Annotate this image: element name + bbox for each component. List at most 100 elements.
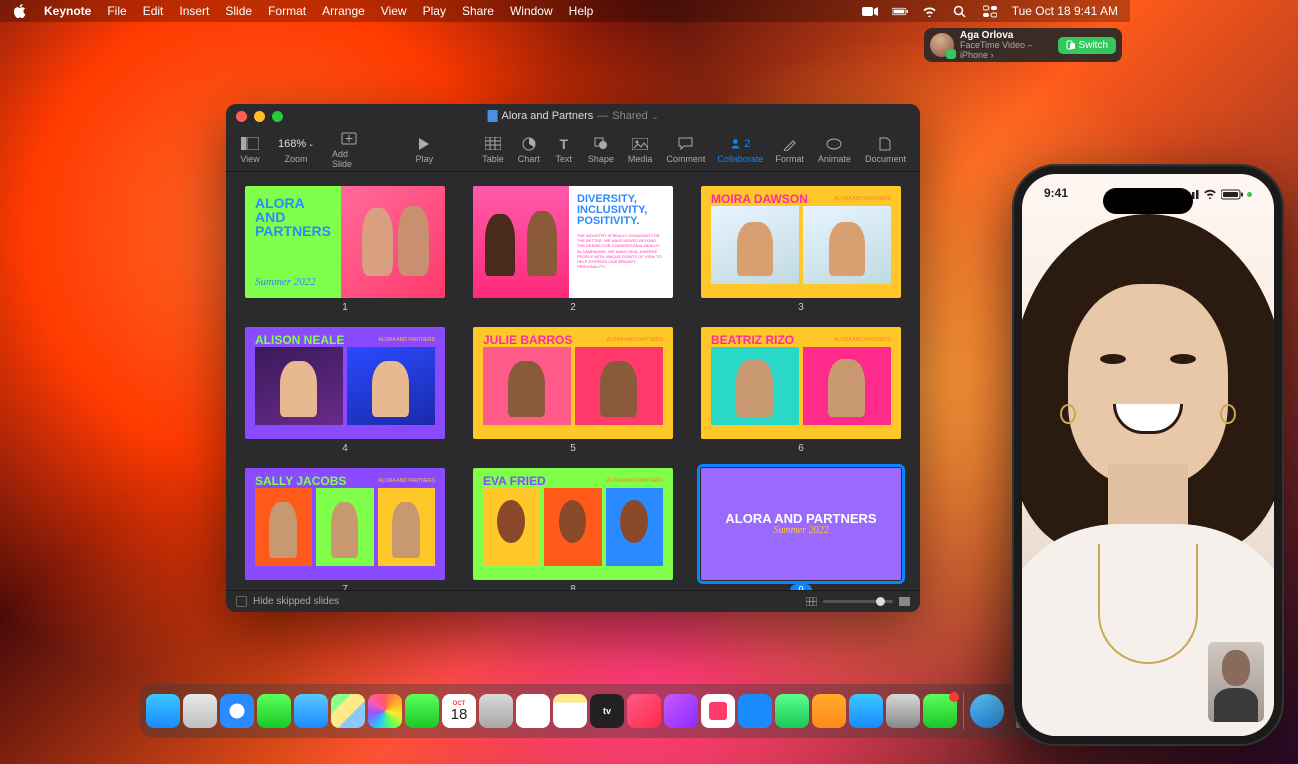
slide-light-table[interactable]: ALORA AND PARTNERSSummer 2022 1 DIVERSITY… <box>226 172 920 590</box>
document-button[interactable]: Document <box>859 136 912 164</box>
comment-button[interactable]: Comment <box>660 136 711 164</box>
table-button[interactable]: Table <box>476 136 510 164</box>
menu-help[interactable]: Help <box>569 4 594 18</box>
menu-insert[interactable]: Insert <box>179 4 209 18</box>
dock-separator <box>963 693 964 729</box>
dock-facetime[interactable] <box>405 694 439 728</box>
dock-mail[interactable] <box>294 694 328 728</box>
menu-app[interactable]: Keynote <box>44 4 91 18</box>
media-button[interactable]: Media <box>622 136 659 164</box>
slide-7[interactable]: SALLY JACOBSALORA AND PARTNERS <box>245 468 445 580</box>
slide-number: 2 <box>570 302 576 313</box>
slide-8[interactable]: EVA FRIEDALORA AND PARTNERS <box>473 468 673 580</box>
wifi-icon[interactable] <box>922 4 938 18</box>
shape-button[interactable]: Shape <box>582 136 620 164</box>
slide-6[interactable]: BEATRIZ RIZOALORA AND PARTNERS <box>701 327 901 439</box>
iphone-time: 9:41 <box>1044 186 1068 202</box>
animate-button[interactable]: Animate <box>812 136 857 164</box>
dock-facetime-active[interactable] <box>923 694 957 728</box>
view-icon <box>240 136 260 152</box>
chevron-down-icon: ⌄ <box>308 140 314 148</box>
menubar-datetime[interactable]: Tue Oct 18 9:41 AM <box>1012 4 1118 18</box>
slide-2[interactable]: DIVERSITY, INCLUSIVITY, POSITIVITY.THE I… <box>473 186 673 298</box>
collaborate-button[interactable]: 2 Collaborate <box>711 136 769 164</box>
menu-view[interactable]: View <box>381 4 407 18</box>
dock-photos[interactable] <box>368 694 402 728</box>
dock-contacts[interactable] <box>479 694 513 728</box>
dock-maps[interactable] <box>331 694 365 728</box>
dock: OCT18 tv <box>140 684 1047 738</box>
dock-news[interactable] <box>701 694 735 728</box>
handoff-switch-button[interactable]: Switch <box>1058 37 1116 54</box>
slide-number: 1 <box>342 302 348 313</box>
grid-large-icon[interactable] <box>899 597 910 606</box>
dock-safari[interactable] <box>220 694 254 728</box>
menu-window[interactable]: Window <box>510 4 553 18</box>
animate-icon <box>824 136 844 152</box>
dock-reminders[interactable] <box>516 694 550 728</box>
dock-calendar[interactable]: OCT18 <box>442 694 476 728</box>
slide-5[interactable]: JULIE BARROSALORA AND PARTNERS <box>473 327 673 439</box>
hide-skipped-label[interactable]: Hide skipped slides <box>253 596 339 607</box>
chart-button[interactable]: Chart <box>512 136 546 164</box>
handoff-text: Aga Orlova FaceTime Video – iPhone › <box>960 30 1052 61</box>
dock-numbers[interactable] <box>775 694 809 728</box>
menu-file[interactable]: File <box>107 4 126 18</box>
dock-tv[interactable]: tv <box>590 694 624 728</box>
text-button[interactable]: TText <box>548 136 580 164</box>
fullscreen-button[interactable] <box>272 111 283 122</box>
iphone-screen: 9:41 <box>1022 174 1274 736</box>
facetime-self-view[interactable] <box>1208 642 1264 722</box>
battery-icon <box>1221 189 1243 200</box>
table-icon <box>483 136 503 152</box>
zoom-selector[interactable]: 168%⌄ Zoom <box>266 136 326 164</box>
play-icon <box>414 136 434 152</box>
dock-stocks[interactable] <box>738 694 772 728</box>
battery-icon[interactable] <box>892 4 908 18</box>
dock-podcasts[interactable] <box>664 694 698 728</box>
menubar: Keynote File Edit Insert Slide Format Ar… <box>0 0 1130 22</box>
format-button[interactable]: Format <box>769 136 810 164</box>
close-button[interactable] <box>236 111 247 122</box>
shared-indicator[interactable]: Shared <box>612 110 647 122</box>
control-center-icon[interactable] <box>982 4 998 18</box>
collaborate-icon <box>730 137 741 150</box>
dock-pages[interactable] <box>812 694 846 728</box>
menu-play[interactable]: Play <box>423 4 446 18</box>
dock-music[interactable] <box>627 694 661 728</box>
chevron-down-icon[interactable]: ⌄ <box>652 112 659 121</box>
wifi-icon <box>1203 189 1217 199</box>
minimize-button[interactable] <box>254 111 265 122</box>
dock-appstore[interactable] <box>849 694 883 728</box>
slide-9[interactable]: ALORA AND PARTNERSSummer 2022 <box>701 468 901 580</box>
dock-settings[interactable] <box>886 694 920 728</box>
play-button[interactable]: Play <box>408 136 440 164</box>
keynote-window: Alora and Partners — Shared ⌄ View 168%⌄… <box>226 104 920 612</box>
menu-share[interactable]: Share <box>462 4 494 18</box>
facetime-menubar-icon[interactable] <box>862 4 878 18</box>
dock-finder[interactable] <box>146 694 180 728</box>
slide-3[interactable]: MOIRA DAWSONALORA AND PARTNERS <box>701 186 901 298</box>
view-button[interactable]: View <box>234 136 266 164</box>
plus-icon <box>339 131 359 147</box>
dock-messages[interactable] <box>257 694 291 728</box>
dock-launchpad[interactable] <box>183 694 217 728</box>
hide-skipped-checkbox[interactable] <box>236 596 247 607</box>
camera-active-dot <box>1247 192 1252 197</box>
zoom-slider[interactable] <box>823 600 893 603</box>
grid-small-icon[interactable] <box>806 597 817 606</box>
slide-4[interactable]: ALISON NEALEALORA AND PARTNERS <box>245 327 445 439</box>
switch-icon <box>1066 40 1076 50</box>
text-icon: T <box>554 136 574 152</box>
menu-format[interactable]: Format <box>268 4 306 18</box>
apple-menu[interactable] <box>12 4 28 18</box>
handoff-notification[interactable]: Aga Orlova FaceTime Video – iPhone › Swi… <box>924 28 1122 62</box>
add-slide-button[interactable]: Add Slide <box>326 131 373 169</box>
dock-notes[interactable] <box>553 694 587 728</box>
dock-downloads[interactable] <box>970 694 1004 728</box>
menu-slide[interactable]: Slide <box>225 4 252 18</box>
menu-edit[interactable]: Edit <box>143 4 164 18</box>
spotlight-icon[interactable] <box>952 4 968 18</box>
slide-1[interactable]: ALORA AND PARTNERSSummer 2022 <box>245 186 445 298</box>
menu-arrange[interactable]: Arrange <box>322 4 365 18</box>
